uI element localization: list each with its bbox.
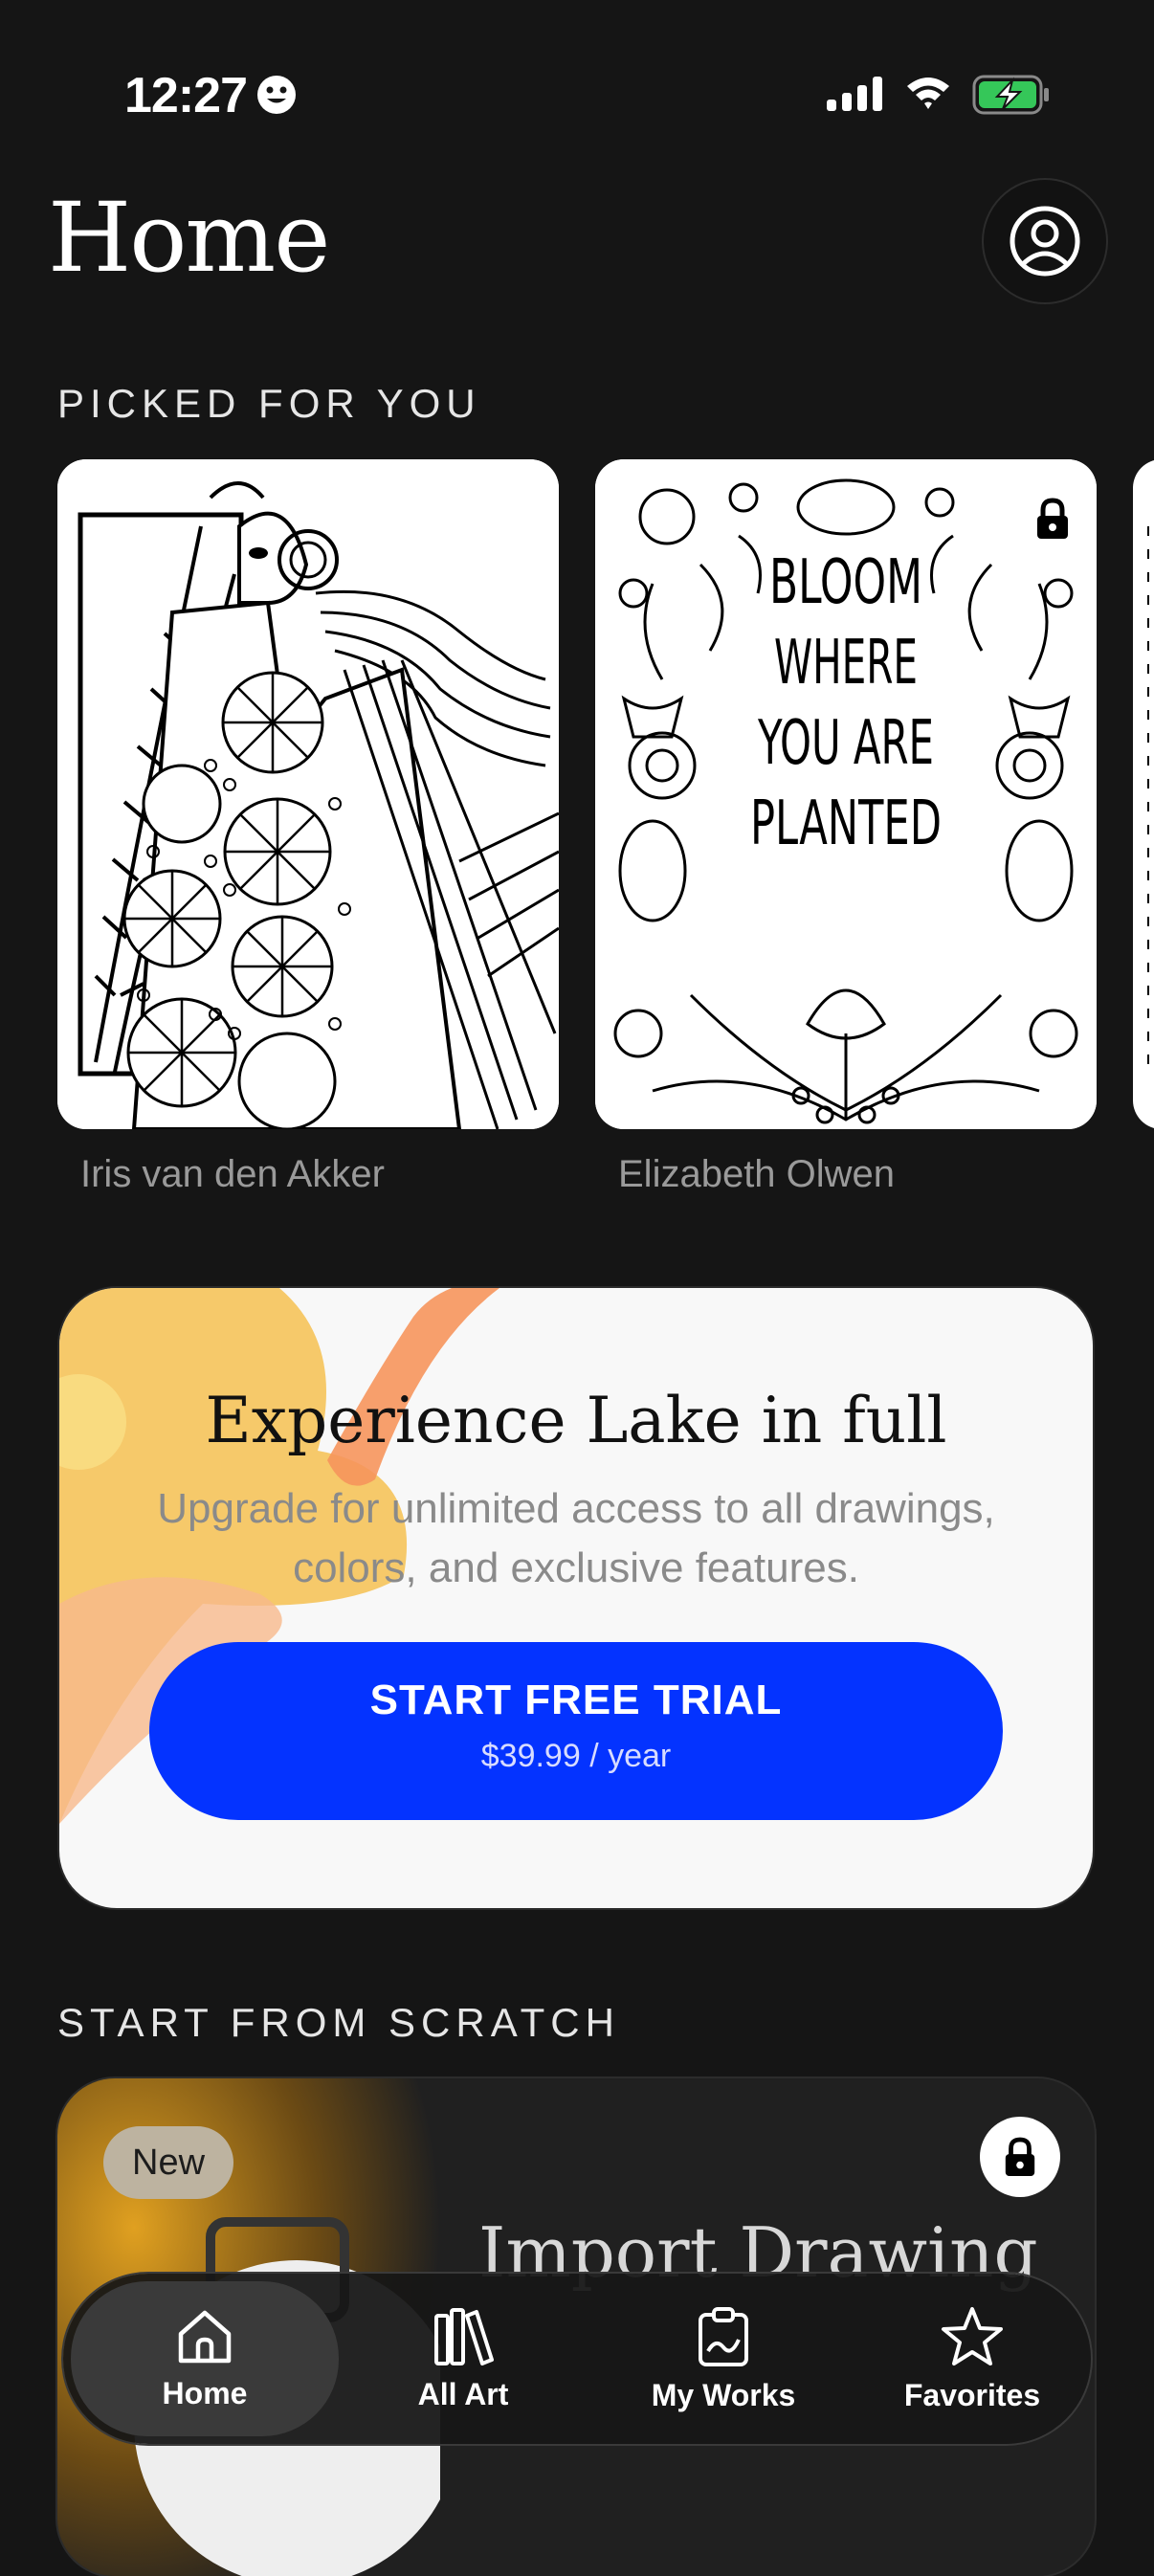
tab-label: All Art: [417, 2376, 509, 2411]
clipboard-icon: [699, 2306, 748, 2366]
artwork-card[interactable]: [57, 459, 559, 1129]
artwork-illustration: [57, 459, 559, 1129]
trial-button-label: START FREE TRIAL: [369, 1677, 783, 1723]
profile-button[interactable]: [982, 178, 1108, 304]
tab-label: Favorites: [903, 2377, 1041, 2412]
tab-favorites[interactable]: Favorites: [867, 2274, 1077, 2444]
star-icon: [942, 2306, 1003, 2365]
upgrade-card: Experience Lake in full Upgrade for unli…: [59, 1288, 1093, 1908]
wifi-icon: [907, 78, 949, 109]
tab-home[interactable]: Home: [71, 2281, 339, 2436]
artwork-illustration: BLOOM WHERE YOU ARE PLANTED: [595, 459, 1097, 1129]
tab-bar: Home All Art My Works Favorites: [63, 2274, 1091, 2444]
tab-all-art[interactable]: All Art: [377, 2274, 549, 2444]
tab-label: Home: [162, 2375, 248, 2410]
page-title: Home: [48, 182, 330, 294]
start-free-trial-button[interactable]: START FREE TRIAL $39.99 / year: [149, 1642, 1003, 1820]
section-label-picked: PICKED FOR YOU: [57, 381, 481, 426]
upgrade-subtitle: Upgrade for unlimited access to all draw…: [157, 1485, 995, 1591]
artwork-text-line: WHERE: [774, 628, 918, 699]
lock-badge: [1030, 496, 1076, 542]
house-icon: [178, 2310, 232, 2363]
books-icon: [434, 2307, 494, 2365]
artwork-text-line: BLOOM: [769, 547, 922, 618]
new-badge: New: [103, 2126, 234, 2199]
lock-badge: [980, 2117, 1060, 2197]
artwork-text-line: YOU ARE: [757, 708, 934, 779]
tab-label: My Works: [651, 2377, 796, 2412]
battery-charging-icon: [972, 75, 1049, 115]
lock-icon: [1037, 498, 1068, 539]
artist-name: Iris van den Akker: [80, 1153, 385, 1195]
artwork-card-peek[interactable]: [1133, 459, 1154, 1129]
section-label-scratch: START FROM SCRATCH: [57, 2000, 620, 2045]
lock-icon: [1005, 2137, 1035, 2176]
tab-my-works[interactable]: My Works: [618, 2274, 829, 2444]
user-profile-icon: [1010, 206, 1080, 277]
status-time: 12:27: [124, 68, 248, 123]
artist-name: Elizabeth Olwen: [618, 1153, 896, 1195]
upgrade-title: Experience Lake in full: [205, 1384, 947, 1457]
artwork-card[interactable]: BLOOM WHERE YOU ARE PLANTED: [595, 459, 1097, 1129]
cellular-signal-icon: [827, 77, 882, 111]
artwork-illustration: [1147, 526, 1149, 1072]
smiley-icon: [257, 76, 296, 114]
artwork-text-line: PLANTED: [750, 788, 942, 859]
trial-price: $39.99 / year: [480, 1738, 672, 1774]
